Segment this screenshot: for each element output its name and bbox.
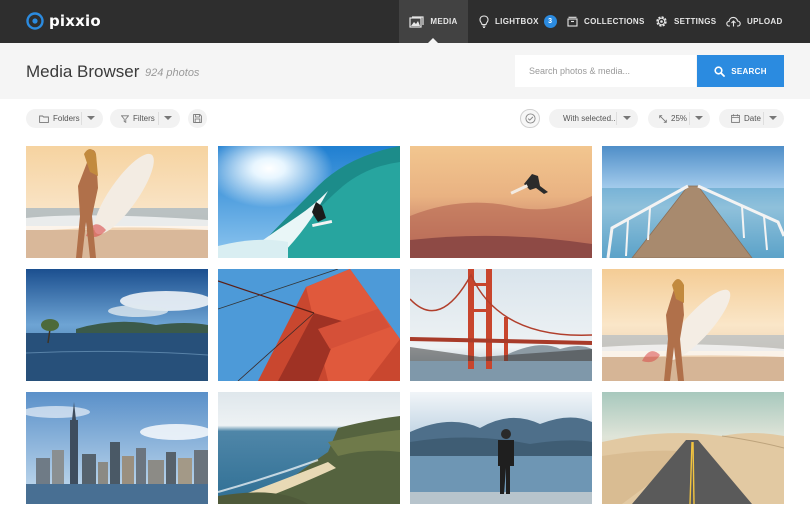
- collections-icon: [567, 16, 578, 27]
- search-input[interactable]: [515, 55, 696, 87]
- photo-surfer-wave-barrel: [218, 146, 400, 258]
- photo-thumbnail[interactable]: [218, 392, 400, 504]
- nav-upload[interactable]: UPLOAD: [726, 0, 783, 43]
- divider: [616, 112, 617, 125]
- photo-surfer-aerial-sunset: [410, 146, 592, 258]
- sort-dropdown[interactable]: Date: [719, 109, 784, 128]
- with-selected-label: With selected...: [563, 114, 618, 123]
- chevron-down-icon[interactable]: [87, 116, 95, 120]
- image-icon: [409, 15, 424, 28]
- folder-icon: [39, 115, 49, 123]
- photo-thumbnail[interactable]: [26, 392, 208, 504]
- photo-thumbnail[interactable]: [410, 269, 592, 381]
- nav-settings[interactable]: SETTINGS: [655, 0, 716, 43]
- divider: [158, 112, 159, 125]
- photo-thumbnail[interactable]: [26, 269, 208, 381]
- nav-collections-label: COLLECTIONS: [584, 17, 645, 26]
- with-selected-dropdown[interactable]: With selected...: [549, 109, 638, 128]
- pixxio-logo-icon: [26, 12, 44, 30]
- divider: [81, 112, 82, 125]
- folders-dropdown[interactable]: Folders: [26, 109, 103, 128]
- sort-label: Date: [744, 114, 761, 123]
- folders-label: Folders: [53, 114, 80, 123]
- filters-label: Filters: [133, 114, 155, 123]
- save-filter-button[interactable]: [188, 109, 207, 128]
- cloud-upload-icon: [726, 16, 741, 27]
- check-circle-icon: [524, 113, 536, 124]
- search-button[interactable]: SEARCH: [697, 55, 784, 87]
- divider: [763, 112, 764, 125]
- photo-desert-road: [602, 392, 784, 504]
- photo-wooden-pier: [602, 146, 784, 258]
- page-title: Media Browser: [26, 62, 140, 81]
- chevron-down-icon[interactable]: [164, 116, 172, 120]
- save-icon: [193, 114, 202, 123]
- photo-golden-gate-tower-closeup: [218, 269, 400, 381]
- lightbulb-icon: [479, 15, 489, 28]
- photo-thumbnail[interactable]: [410, 146, 592, 258]
- photo-coastline-cliffs: [218, 392, 400, 504]
- logo-text: pixxio: [49, 12, 101, 30]
- chevron-down-icon[interactable]: [769, 116, 777, 120]
- nav-media[interactable]: MEDIA: [399, 0, 468, 44]
- nav-collections[interactable]: COLLECTIONS: [567, 0, 645, 43]
- photo-man-at-fjord: [410, 392, 592, 504]
- photo-lake-tree-clouds: [26, 269, 208, 381]
- search-icon: [714, 65, 726, 77]
- zoom-label: 25%: [671, 114, 688, 123]
- photo-surfer-woman-beach-2: [602, 269, 784, 381]
- photo-thumbnail[interactable]: [410, 392, 592, 504]
- photo-count: 924 photos: [145, 67, 200, 79]
- logo[interactable]: pixxio: [26, 11, 101, 31]
- filters-dropdown[interactable]: Filters: [110, 109, 180, 128]
- resize-icon: [659, 114, 667, 123]
- chevron-down-icon[interactable]: [623, 116, 631, 120]
- photo-city-skyline: [26, 392, 208, 504]
- photo-golden-gate-bridge: [410, 269, 592, 381]
- photo-surfer-woman-beach: [26, 146, 208, 258]
- photo-thumbnail[interactable]: [602, 146, 784, 258]
- photo-thumbnail[interactable]: [602, 392, 784, 504]
- nav-lightbox[interactable]: LIGHTBOX 3: [479, 0, 557, 43]
- nav-upload-label: UPLOAD: [747, 17, 783, 26]
- nav-lightbox-label: LIGHTBOX: [495, 17, 539, 26]
- photo-thumbnail[interactable]: [26, 146, 208, 258]
- filter-icon: [121, 114, 129, 123]
- photo-thumbnail[interactable]: [218, 269, 400, 381]
- zoom-dropdown[interactable]: 25%: [648, 109, 710, 128]
- nav-settings-label: SETTINGS: [674, 17, 717, 26]
- top-navbar: pixxio MEDIA LIGHTBOX 3 COLLECTIONS SETT…: [0, 0, 810, 44]
- photo-thumbnail[interactable]: [218, 146, 400, 258]
- lightbox-count-badge: 3: [543, 15, 557, 28]
- nav-media-label: MEDIA: [430, 17, 458, 26]
- chevron-down-icon[interactable]: [695, 116, 703, 120]
- photo-thumbnail[interactable]: [602, 269, 784, 381]
- gear-icon: [656, 16, 667, 27]
- select-all-toggle[interactable]: [520, 109, 540, 128]
- calendar-icon: [731, 114, 740, 123]
- search-button-label: SEARCH: [731, 66, 767, 76]
- divider: [689, 112, 690, 125]
